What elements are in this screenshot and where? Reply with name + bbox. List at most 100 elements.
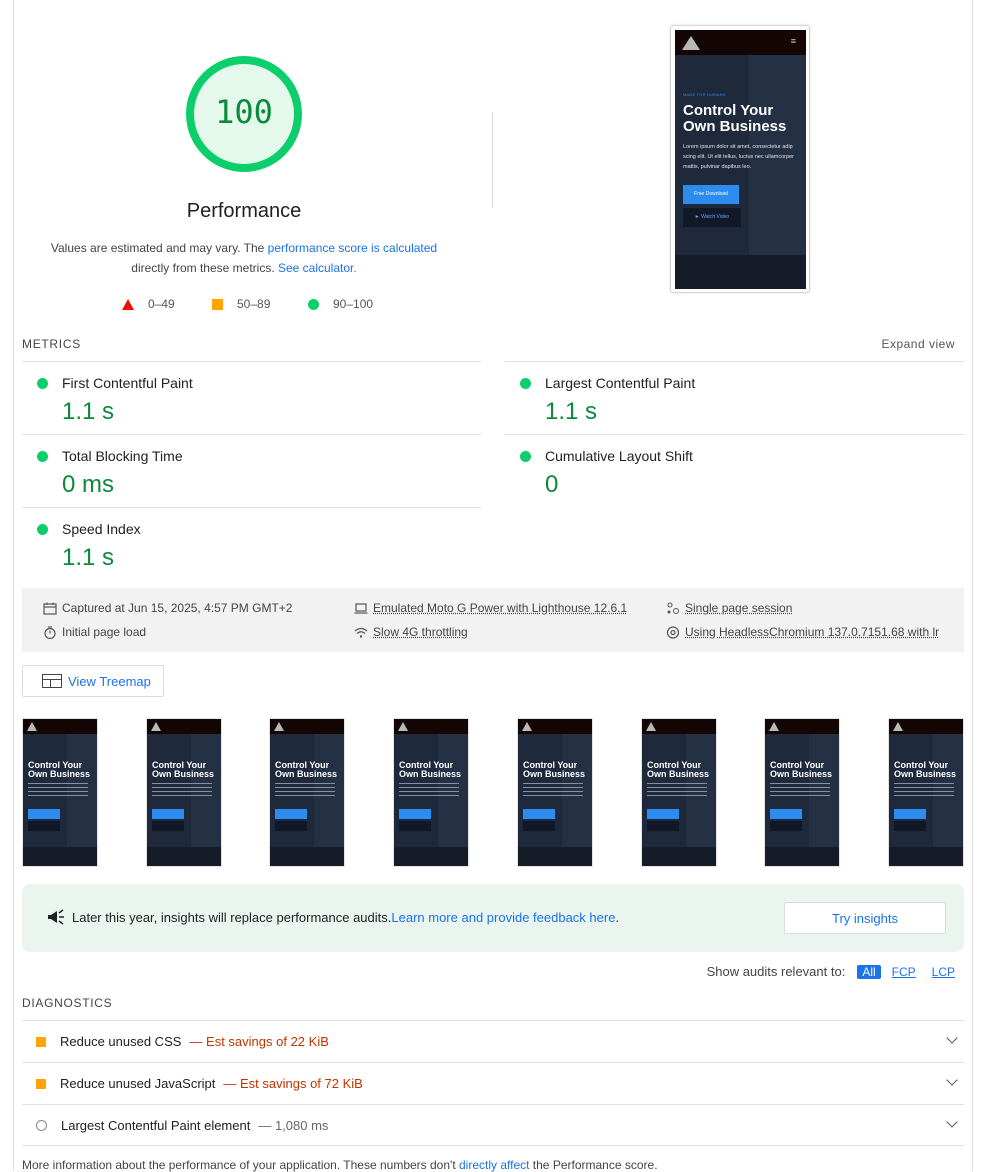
frame-title: Control Your Own Business	[894, 761, 964, 779]
filmstrip-frame: Control Your Own Business	[641, 718, 717, 867]
metric-value: 0	[545, 471, 558, 499]
runtime-initial-load: Initial page load	[43, 625, 146, 639]
diagnostics-title: DIAGNOSTICS	[22, 996, 112, 1010]
frame-footer	[518, 847, 592, 866]
audit-savings: — 1,080 ms	[258, 1118, 328, 1133]
insights-feedback-link[interactable]: Learn more and provide feedback here	[391, 910, 615, 925]
frame-body	[770, 783, 830, 797]
legend-average: 50–89	[212, 297, 270, 311]
frame-body	[275, 783, 335, 797]
frame-video-button	[770, 821, 802, 831]
laptop-icon	[354, 602, 368, 615]
chevron-down-icon[interactable]	[946, 1074, 957, 1085]
frame-title: Control Your Own Business	[28, 761, 98, 779]
frame-download-button	[647, 809, 679, 819]
filter-all[interactable]: All	[857, 965, 880, 979]
score-description: Values are estimated and may vary. The p…	[40, 238, 448, 278]
filmstrip-frame: Control Your Own Business	[888, 718, 964, 867]
metric-label: Cumulative Layout Shift	[545, 448, 693, 464]
session-icon	[666, 602, 680, 615]
frame-title: Control Your Own Business	[399, 761, 469, 779]
frame-body	[399, 783, 459, 797]
frame-download-button	[523, 809, 555, 819]
final-screenshot[interactable]: ≡ MADE FOR HUMANS Control Your Own Busin…	[670, 25, 810, 293]
frame-video-button	[399, 821, 431, 831]
metric-value: 1.1 s	[545, 398, 597, 426]
logo-icon	[646, 722, 656, 731]
audit-savings: — Est savings of 72 KiB	[223, 1076, 362, 1091]
frame-video-button	[28, 821, 60, 831]
metric-lcp: Largest Contentful Paint 1.1 s	[505, 361, 964, 434]
frame-footer	[394, 847, 468, 866]
audit-unused-css[interactable]: Reduce unused CSS — Est savings of 22 Ki…	[22, 1020, 964, 1062]
footer-note: More information about the performance o…	[22, 1158, 658, 1172]
metric-tbt: Total Blocking Time 0 ms	[22, 434, 481, 507]
chevron-down-icon[interactable]	[946, 1116, 957, 1127]
throttling-text[interactable]: Slow 4G throttling	[373, 625, 468, 639]
average-square-icon	[212, 299, 223, 310]
runtime-throttling[interactable]: Slow 4G throttling	[354, 625, 468, 639]
device-text[interactable]: Emulated Moto G Power with Lighthouse 12…	[373, 601, 627, 615]
audit-title: Largest Contentful Paint element	[61, 1118, 250, 1133]
audit-lcp-element[interactable]: Largest Contentful Paint element — 1,080…	[22, 1104, 964, 1146]
runtime-device[interactable]: Emulated Moto G Power with Lighthouse 12…	[354, 601, 627, 615]
metric-value: 1.1 s	[62, 398, 114, 426]
footer-suffix: the Performance score.	[529, 1158, 657, 1172]
filter-fcp[interactable]: FCP	[887, 965, 921, 979]
legend-fail-label: 0–49	[148, 297, 175, 311]
legend-pass: 90–100	[308, 297, 373, 311]
description-text: Values are estimated and may vary. The	[51, 241, 268, 255]
score-calculated-link[interactable]: performance score is calculated	[268, 241, 437, 255]
see-calculator-link[interactable]: See calculator.	[278, 261, 357, 275]
frame-video-button	[275, 821, 307, 831]
audit-unused-js[interactable]: Reduce unused JavaScript — Est savings o…	[22, 1062, 964, 1104]
frame-download-button	[770, 809, 802, 819]
performance-label: Performance	[144, 200, 344, 223]
filmstrip-frame: Control Your Own Business	[146, 718, 222, 867]
frame-video-button	[894, 821, 926, 831]
info-circle-icon	[36, 1120, 47, 1131]
logo-icon	[682, 36, 700, 50]
legend-pass-label: 90–100	[333, 297, 373, 311]
frame-video-button	[647, 821, 679, 831]
frame-body	[152, 783, 212, 797]
megaphone-icon	[46, 909, 66, 925]
runtime-session[interactable]: Single page session	[666, 601, 792, 615]
browser-text[interactable]: Using HeadlessChromium 137.0.7151.68 wit…	[685, 625, 939, 639]
metric-label: Speed Index	[62, 521, 141, 537]
runtime-browser[interactable]: Using HeadlessChromium 137.0.7151.68 wit…	[666, 625, 939, 639]
try-insights-button[interactable]: Try insights	[784, 902, 946, 934]
frame-body	[647, 783, 707, 797]
audit-title: Reduce unused CSS	[60, 1034, 181, 1049]
filter-lcp[interactable]: LCP	[927, 965, 960, 979]
session-text[interactable]: Single page session	[685, 601, 792, 615]
frame-video-button	[523, 821, 555, 831]
frame-footer	[765, 847, 839, 866]
filmstrip-frame: Control Your Own Business	[764, 718, 840, 867]
screenshot-body: Lorem ipsum dolor sit amet, consectetur …	[683, 142, 798, 172]
divider	[492, 112, 493, 208]
metric-value: 0 ms	[62, 471, 114, 499]
chevron-down-icon[interactable]	[946, 1032, 957, 1043]
performance-score: 100	[184, 93, 304, 131]
frame-footer	[642, 847, 716, 866]
metric-label: Largest Contentful Paint	[545, 375, 695, 391]
expand-view-toggle[interactable]: Expand view	[881, 337, 955, 351]
screenshot-download-button: Free Download	[683, 185, 739, 204]
logo-icon	[522, 722, 532, 731]
description-text-2: directly from these metrics.	[131, 261, 278, 275]
frame-title: Control Your Own Business	[275, 761, 345, 779]
frame-download-button	[399, 809, 431, 819]
frame-footer	[889, 847, 963, 866]
audit-filter: Show audits relevant to: All FCP LCP	[707, 964, 960, 979]
legend-average-label: 50–89	[237, 297, 270, 311]
logo-icon	[27, 722, 37, 731]
footer-text: More information about the performance o…	[22, 1158, 459, 1172]
wifi-icon	[354, 626, 368, 639]
frame-footer	[23, 847, 97, 866]
filter-label: Show audits relevant to:	[707, 964, 846, 979]
legend-fail: 0–49	[122, 297, 175, 311]
directly-affect-link[interactable]: directly affect	[459, 1158, 529, 1172]
frame-body	[28, 783, 88, 797]
view-treemap-button[interactable]: View Treemap	[22, 665, 164, 697]
